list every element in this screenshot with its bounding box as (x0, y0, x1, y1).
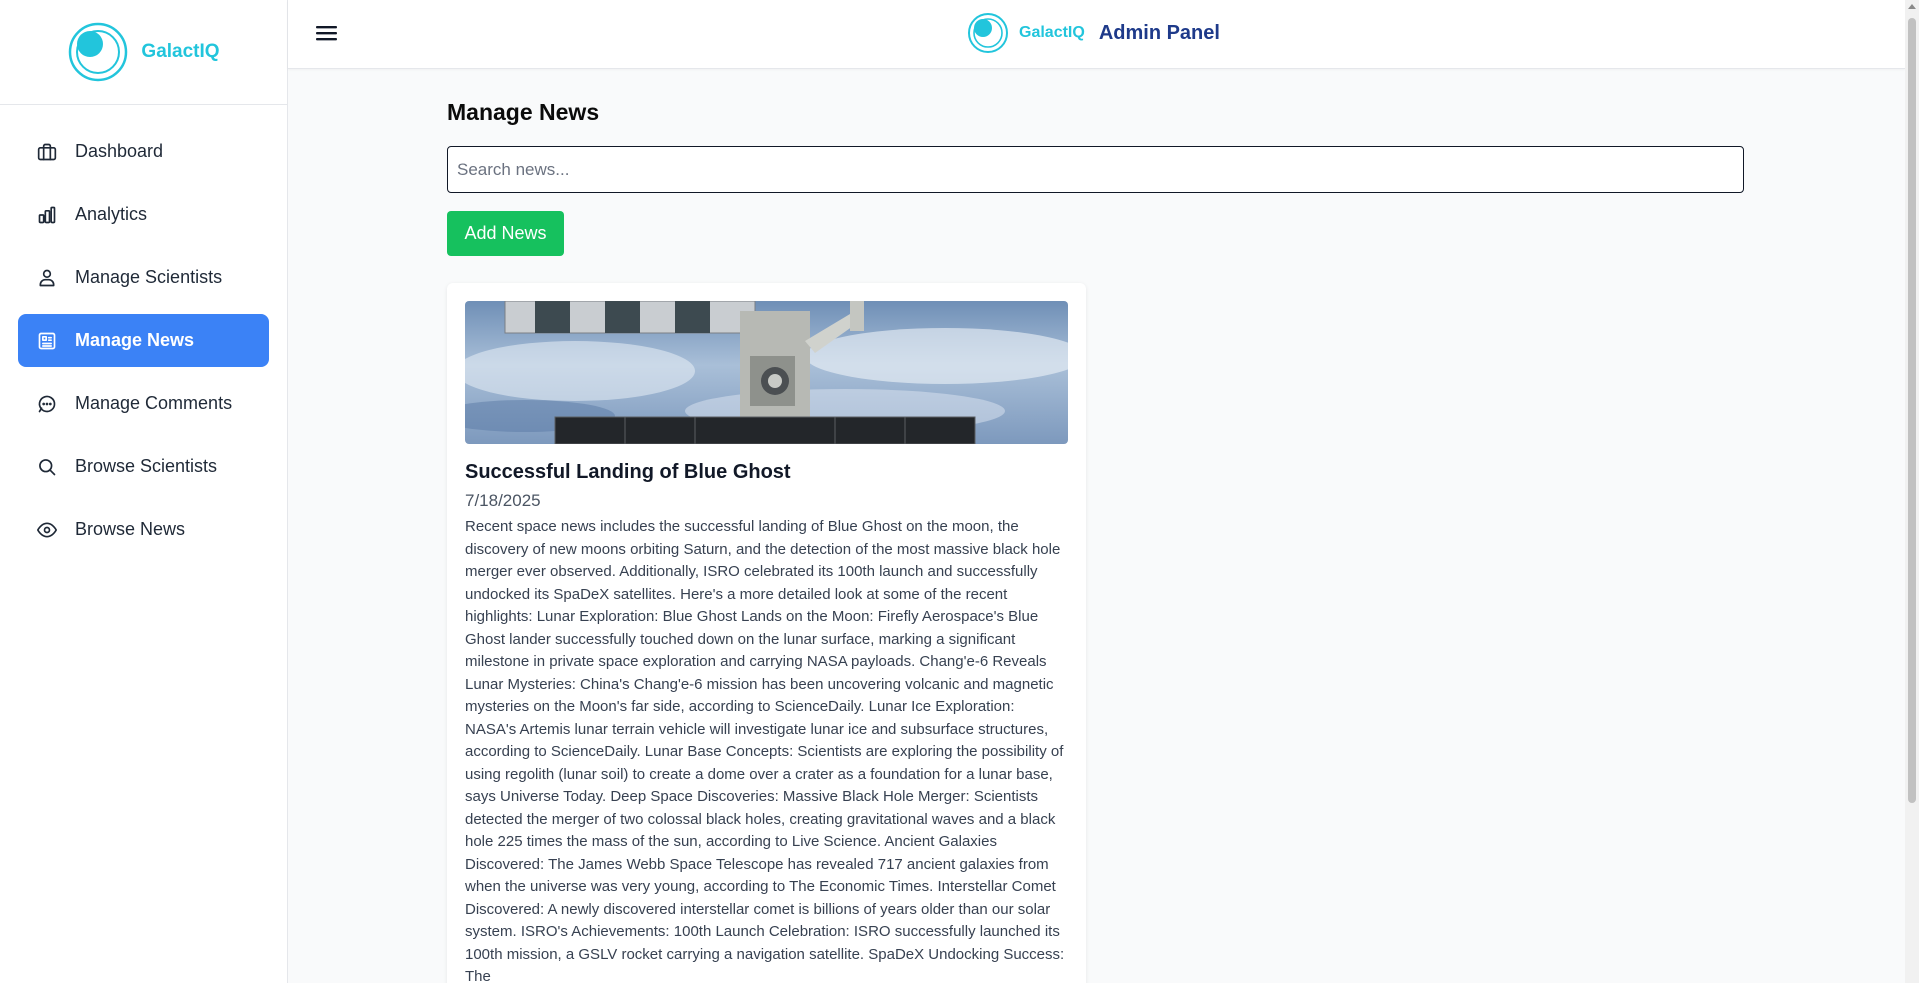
sidebar-item-dashboard[interactable]: Dashboard (18, 125, 269, 178)
page-title: Manage News (447, 99, 600, 125)
briefcase-icon (36, 141, 58, 163)
sidebar-nav: Dashboard Analytics Manage Scientists Ma… (0, 105, 287, 586)
header-brand-name: GalactIQ (1019, 24, 1085, 41)
page-scrollbar[interactable] (1905, 0, 1919, 983)
top-bar: GalactIQ Admin Panel (288, 0, 1905, 69)
news-card: Successful Landing of Blue Ghost 7/18/20… (447, 283, 1086, 983)
sidebar-item-label: Manage Scientists (75, 267, 223, 287)
news-title[interactable]: Successful Landing of Blue Ghost (465, 461, 1068, 484)
scrollbar-thumb[interactable] (1908, 18, 1916, 803)
sidebar-item-browse-scientists[interactable]: Browse Scientists (18, 440, 269, 493)
news-date: 7/18/2025 (465, 491, 541, 510)
menu-icon[interactable] (315, 22, 339, 44)
logo-icon (69, 22, 128, 82)
sidebar-item-label: Browse Scientists (75, 456, 218, 476)
sidebar-item-manage-news[interactable]: Manage News (18, 314, 269, 367)
message-circle-icon (36, 393, 58, 415)
brand-name: GalactIQ (141, 41, 220, 62)
sidebar-item-label: Dashboard (75, 141, 164, 161)
eye-icon (36, 519, 58, 541)
header-brand: GalactIQ Admin Panel (967, 11, 1220, 55)
scroll-up-arrow-icon[interactable] (1908, 4, 1916, 9)
sidebar-item-label: Analytics (75, 204, 148, 224)
brand[interactable]: GalactIQ (0, 0, 287, 105)
sidebar-item-label: Manage Comments (75, 393, 233, 413)
logo-icon (968, 13, 1008, 53)
news-body: Recent space news includes the successfu… (465, 518, 1065, 983)
header-title: Admin Panel (1098, 21, 1220, 44)
sidebar-item-label: Manage News (75, 330, 195, 350)
search-icon (36, 456, 58, 478)
sidebar-item-browse-news[interactable]: Browse News (18, 503, 269, 556)
news-image (465, 301, 1068, 444)
bar-chart-icon (36, 204, 58, 226)
sidebar-item-analytics[interactable]: Analytics (18, 188, 269, 241)
newspaper-icon (36, 330, 58, 352)
sidebar: GalactIQ Dashboard Analytics Manage Scie… (0, 0, 288, 983)
sidebar-item-manage-scientists[interactable]: Manage Scientists (18, 251, 269, 304)
search-input[interactable] (447, 146, 1744, 193)
add-news-button[interactable]: Add News (447, 211, 564, 256)
sidebar-item-label: Browse News (75, 519, 186, 539)
sidebar-item-manage-comments[interactable]: Manage Comments (18, 377, 269, 430)
user-icon (36, 267, 58, 289)
